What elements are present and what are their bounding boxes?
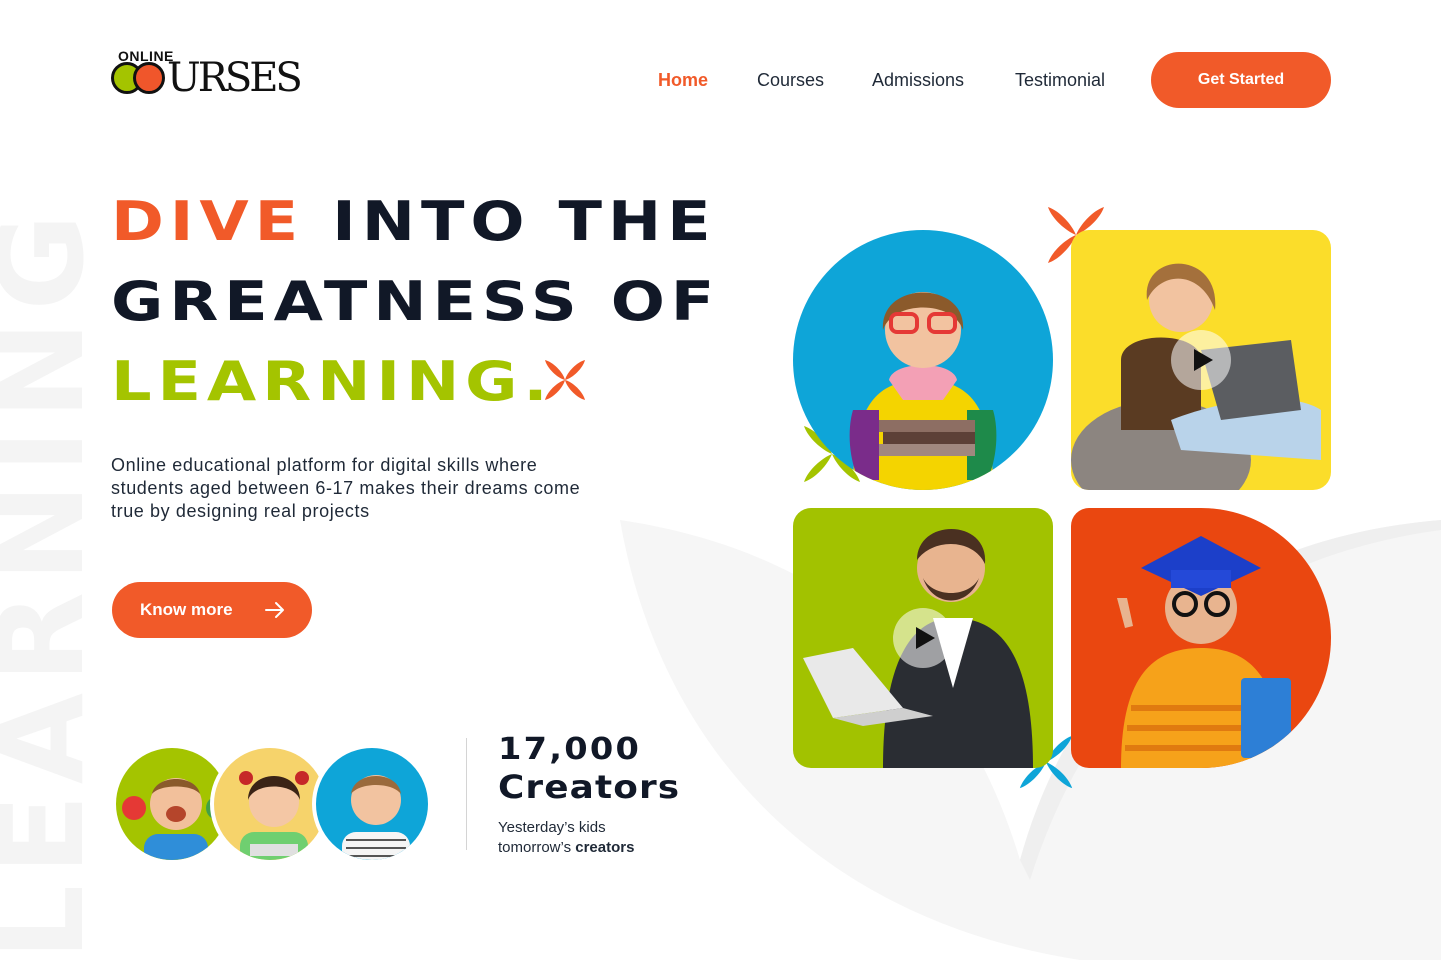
stats-subtitle: Yesterday’s kids tomorrow’s creators: [498, 818, 634, 858]
hero-description-line: true by designing real projects: [111, 501, 370, 521]
avatar: [312, 744, 432, 864]
hero-heading-line-2: GREATNESS OF: [111, 270, 721, 333]
course-image-teacher-laptop[interactable]: [793, 508, 1053, 768]
hero-heading-line-1: DIVE INTO THE: [111, 195, 717, 249]
stats-divider: [466, 738, 467, 850]
nav-courses[interactable]: Courses: [757, 70, 824, 91]
girl-with-books-illustration: [849, 292, 997, 490]
hero-description-line: Online educational platform for digital …: [111, 455, 538, 475]
boy-graduate-illustration: [1117, 536, 1291, 768]
stats-subtitle-line-2: tomorrow’s creators: [498, 838, 634, 858]
nav-home[interactable]: Home: [658, 70, 708, 91]
hero-heading-line-3: LEARNING.: [111, 350, 554, 413]
play-video-button[interactable]: [1171, 330, 1231, 390]
hero-heading-rest: INTO THE: [332, 190, 717, 253]
know-more-button[interactable]: Know more: [112, 582, 312, 638]
nav-testimonial[interactable]: Testimonial: [1015, 70, 1105, 91]
stats-label: Creators: [498, 768, 681, 806]
know-more-label: Know more: [140, 600, 233, 619]
background-learning-text: LEARNING: [0, 203, 110, 960]
get-started-button[interactable]: Get Started: [1151, 52, 1331, 108]
hero-description: Online educational platform for digital …: [111, 454, 641, 523]
stats-subtitle-line-1: Yesterday’s kids: [498, 819, 606, 836]
stats-subtitle-prefix: tomorrow’s: [498, 839, 572, 856]
course-image-girl-books[interactable]: [793, 230, 1053, 490]
hero-description-line: students aged between 6-17 makes their d…: [111, 478, 581, 498]
nav-admissions[interactable]: Admissions: [872, 70, 964, 91]
kid-photo-icon: [342, 775, 410, 860]
stats-number: 17,000: [498, 732, 642, 767]
site-logo[interactable]: ONLINE URSES: [111, 48, 303, 104]
logo-orange-circle: [133, 62, 165, 94]
logo-courses-text: URSES: [167, 55, 303, 101]
hero-heading-accent: DIVE: [111, 190, 305, 253]
course-image-girl-laptop[interactable]: [1071, 230, 1331, 490]
flower-x-icon: [545, 360, 585, 400]
stats-subtitle-bold: creators: [575, 839, 635, 856]
play-video-button[interactable]: [893, 608, 953, 668]
course-image-boy-graduate[interactable]: [1071, 508, 1331, 768]
arrow-right-icon: [265, 602, 284, 618]
